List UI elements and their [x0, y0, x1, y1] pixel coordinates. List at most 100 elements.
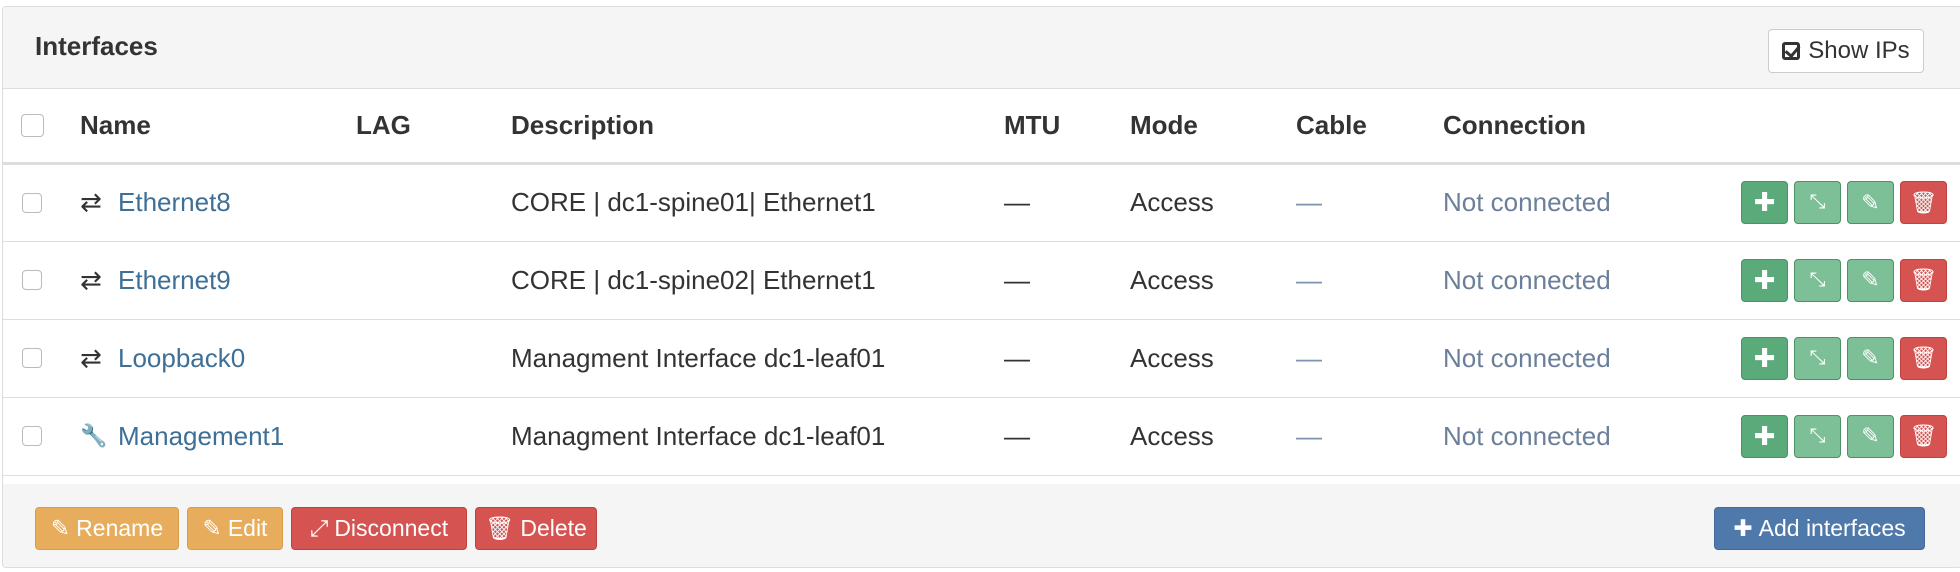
wrench-icon: 🔧 [80, 423, 108, 448]
row-checkbox[interactable] [22, 270, 42, 290]
pencil-icon: ✎ [1861, 267, 1880, 292]
delete-row-button[interactable]: 🗑 [1900, 258, 1947, 302]
table-header-row: Name LAG Description MTU Mode Cable Conn… [3, 89, 1960, 165]
disconnect-button[interactable]: ⤢ Disconnect [291, 507, 467, 550]
connect-button[interactable]: ✚ [1741, 181, 1788, 224]
disconnect-row-button[interactable]: ⤡ [1794, 258, 1841, 302]
col-connection-header[interactable]: Connection [1443, 89, 1673, 165]
mtu-cell: — [1004, 241, 1130, 320]
disconnect-row-button[interactable]: ⤡ [1794, 336, 1841, 380]
arrows-exchange-icon: ⇄ [80, 187, 102, 217]
interfaces-panel: Interfaces Show IPs Name LAG Description… [2, 6, 1960, 568]
compress-arrows-icon: ⤡ [1809, 191, 1826, 213]
table-row: ⇄ Loopback0 Managment Interface dc1-leaf… [3, 319, 1960, 398]
cable-cell: — [1296, 397, 1443, 476]
table-row: ⇄ Ethernet9 CORE | dc1-spine02| Ethernet… [3, 241, 1960, 320]
pencil-icon: ✎ [1861, 423, 1880, 448]
row-checkbox[interactable] [22, 192, 42, 213]
compress-arrows-icon: ⤡ [1809, 424, 1826, 447]
disconnect-label: Disconnect [334, 515, 449, 541]
edit-row-button[interactable]: ✎ [1847, 181, 1894, 224]
row-actions: ✚ ⤡ ✎ 🗑 [1673, 258, 1960, 302]
description-cell: Managment Interface dc1-leaf01 [511, 397, 1004, 476]
plus-icon: ✚ [1753, 264, 1776, 295]
pencil-icon: ✎ [1861, 345, 1880, 370]
add-interfaces-label: Add interfaces [1758, 515, 1906, 541]
lag-cell [356, 163, 511, 242]
compress-arrows-icon: ⤡ [1809, 346, 1826, 369]
panel-footer: ✎ Rename ✎ Edit ⤢ Disconnect 🗑 Delete ✚ … [3, 484, 1960, 567]
rename-button[interactable]: ✎ Rename [35, 507, 179, 550]
connect-button[interactable]: ✚ [1741, 258, 1788, 302]
mtu-cell: — [1004, 319, 1130, 398]
delete-row-button[interactable]: 🗑 [1900, 414, 1947, 458]
interface-name-link[interactable]: Ethernet8 [118, 187, 231, 218]
show-ips-button[interactable]: Show IPs [1768, 29, 1924, 73]
plus-icon: ✚ [1753, 187, 1776, 217]
interface-name-link[interactable]: Management1 [118, 421, 284, 452]
trash-icon: 🗑 [1909, 423, 1938, 448]
connection-cell: Not connected [1443, 397, 1673, 476]
connect-button[interactable]: ✚ [1741, 414, 1788, 458]
delete-row-button[interactable]: 🗑 [1900, 336, 1947, 380]
lag-cell [356, 241, 511, 320]
col-lag-header[interactable]: LAG [356, 89, 511, 165]
interfaces-table: Name LAG Description MTU Mode Cable Conn… [3, 89, 1960, 476]
lag-cell [356, 319, 511, 398]
panel-title: Interfaces [35, 31, 158, 61]
col-cable-header[interactable]: Cable [1296, 89, 1443, 165]
trash-icon: 🗑 [1909, 267, 1938, 292]
interface-name-link[interactable]: Loopback0 [118, 343, 245, 374]
edit-button[interactable]: ✎ Edit [187, 507, 283, 550]
connection-cell: Not connected [1443, 319, 1673, 398]
delete-label: Delete [520, 515, 587, 541]
edit-label: Edit [227, 515, 268, 541]
pencil-icon: ✎ [50, 515, 71, 541]
pencil-icon: ✎ [202, 515, 222, 541]
edit-row-button[interactable]: ✎ [1847, 414, 1894, 458]
delete-row-button[interactable]: 🗑 [1900, 181, 1947, 224]
mode-cell: Access [1130, 397, 1296, 476]
cable-cell: — [1296, 241, 1443, 320]
description-cell: CORE | dc1-spine02| Ethernet1 [511, 241, 1004, 320]
description-cell: Managment Interface dc1-leaf01 [511, 319, 1004, 398]
add-interfaces-button[interactable]: ✚ Add interfaces [1714, 507, 1925, 550]
row-checkbox[interactable] [22, 426, 42, 446]
col-mode-header[interactable]: Mode [1130, 89, 1296, 165]
edit-row-button[interactable]: ✎ [1847, 336, 1894, 380]
arrows-exchange-icon: ⇄ [80, 342, 102, 373]
plus-icon: ✚ [1753, 342, 1776, 373]
cable-cell: — [1296, 163, 1443, 242]
connect-button[interactable]: ✚ [1741, 336, 1788, 380]
col-mtu-header[interactable]: MTU [1004, 89, 1130, 165]
table-row: 🔧 Management1 Managment Interface dc1-le… [3, 397, 1960, 476]
mtu-cell: — [1004, 163, 1130, 242]
row-actions: ✚ ⤡ ✎ 🗑 [1673, 414, 1960, 458]
table-row: ⇄ Ethernet8 CORE | dc1-spine01| Ethernet… [3, 163, 1960, 242]
description-cell: CORE | dc1-spine01| Ethernet1 [511, 163, 1004, 242]
mode-cell: Access [1130, 319, 1296, 398]
interface-name-link[interactable]: Ethernet9 [118, 265, 231, 296]
col-name-header[interactable]: Name [80, 89, 356, 165]
delete-button[interactable]: 🗑 Delete [475, 507, 597, 550]
connection-cell: Not connected [1443, 163, 1673, 242]
arrows-exchange-icon: ⇄ [80, 264, 102, 295]
mode-cell: Access [1130, 163, 1296, 242]
select-all-checkbox[interactable] [21, 113, 44, 137]
lag-cell [356, 397, 511, 476]
mode-cell: Access [1130, 241, 1296, 320]
rename-label: Rename [76, 515, 164, 541]
plus-icon: ✚ [1733, 515, 1753, 541]
row-checkbox[interactable] [22, 348, 42, 368]
expand-arrows-icon: ⤢ [309, 515, 329, 541]
show-ips-label: Show IPs [1808, 37, 1910, 64]
row-actions: ✚ ⤡ ✎ 🗑 [1673, 181, 1960, 224]
mtu-cell: — [1004, 397, 1130, 476]
disconnect-row-button[interactable]: ⤡ [1794, 181, 1841, 224]
compress-arrows-icon: ⤡ [1809, 268, 1826, 291]
checkbox-checked-icon [1782, 42, 1801, 60]
edit-row-button[interactable]: ✎ [1847, 258, 1894, 302]
col-description-header[interactable]: Description [511, 89, 1004, 165]
disconnect-row-button[interactable]: ⤡ [1794, 414, 1841, 458]
trash-icon: 🗑 [1909, 345, 1938, 370]
